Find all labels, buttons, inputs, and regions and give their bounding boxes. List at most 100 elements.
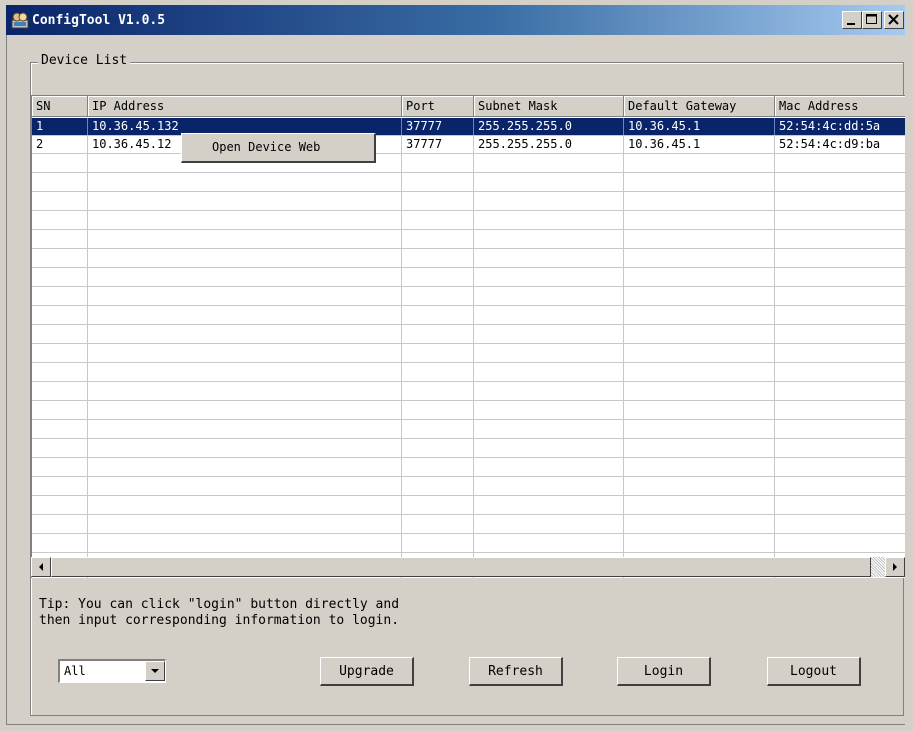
empty-cell	[474, 420, 624, 438]
empty-cell	[402, 420, 474, 438]
empty-cell	[402, 496, 474, 514]
empty-cell	[32, 496, 88, 514]
close-icon	[888, 14, 899, 25]
login-button[interactable]: Login	[617, 657, 711, 686]
config-tool-window: ConfigTool V1.0.5 Device List SN IP Addr…	[0, 0, 913, 731]
empty-cell	[775, 534, 905, 552]
scroll-thumb[interactable]	[51, 557, 871, 577]
app-icon[interactable]	[11, 11, 29, 29]
empty-table-row	[32, 515, 905, 534]
empty-cell	[474, 363, 624, 381]
empty-cell	[88, 439, 402, 457]
empty-table-row	[32, 439, 905, 458]
cell-subnet-mask: 255.255.255.0	[474, 136, 624, 153]
empty-cell	[775, 401, 905, 419]
title-bar[interactable]: ConfigTool V1.0.5	[6, 5, 905, 35]
empty-cell	[775, 439, 905, 457]
empty-cell	[624, 458, 775, 476]
empty-cell	[474, 401, 624, 419]
scroll-left-button[interactable]	[31, 557, 51, 577]
empty-cell	[474, 496, 624, 514]
empty-cell	[775, 325, 905, 343]
dropdown-button[interactable]	[145, 661, 165, 681]
cell-sn: 2	[32, 136, 88, 153]
empty-cell	[474, 268, 624, 286]
column-header-subnet-mask[interactable]: Subnet Mask	[474, 96, 624, 117]
empty-cell	[32, 458, 88, 476]
empty-cell	[624, 401, 775, 419]
device-filter-select[interactable]: All	[58, 659, 166, 683]
empty-cell	[402, 439, 474, 457]
empty-table-row	[32, 534, 905, 553]
empty-cell	[32, 306, 88, 324]
empty-cell	[32, 230, 88, 248]
column-header-mac-address[interactable]: Mac Address	[775, 96, 905, 117]
empty-cell	[32, 477, 88, 495]
empty-cell	[775, 192, 905, 210]
column-header-port[interactable]: Port	[402, 96, 474, 117]
empty-table-row	[32, 420, 905, 439]
empty-cell	[402, 154, 474, 172]
column-header-default-gateway[interactable]: Default Gateway	[624, 96, 775, 117]
empty-cell	[624, 534, 775, 552]
horizontal-scrollbar[interactable]	[31, 557, 905, 577]
menu-item-open-device-web[interactable]: Open Device Web	[212, 140, 320, 154]
empty-cell	[474, 173, 624, 191]
empty-cell	[775, 173, 905, 191]
tip-text: Tip: You can click "login" button direct…	[39, 597, 400, 628]
empty-cell	[402, 534, 474, 552]
empty-table-row	[32, 363, 905, 382]
maximize-icon	[866, 14, 877, 24]
column-header-sn[interactable]: SN	[32, 96, 88, 117]
empty-cell	[624, 420, 775, 438]
context-menu: Open Device Web	[181, 133, 376, 163]
empty-cell	[624, 382, 775, 400]
empty-cell	[88, 230, 402, 248]
empty-cell	[88, 306, 402, 324]
empty-cell	[624, 192, 775, 210]
arrow-right-icon	[893, 563, 897, 571]
table-row[interactable]: 2 10.36.45.12 37777 255.255.255.0 10.36.…	[32, 136, 905, 154]
empty-cell	[474, 192, 624, 210]
maximize-button[interactable]	[862, 11, 882, 29]
empty-cell	[32, 211, 88, 229]
empty-cell	[624, 306, 775, 324]
empty-cell	[32, 382, 88, 400]
empty-cell	[402, 382, 474, 400]
scroll-right-button[interactable]	[885, 557, 905, 577]
empty-cell	[474, 325, 624, 343]
cell-mac-address: 52:54:4c:d9:ba	[775, 136, 905, 153]
empty-cell	[32, 401, 88, 419]
empty-cell	[402, 249, 474, 267]
empty-cell	[88, 458, 402, 476]
empty-table-row	[32, 192, 905, 211]
upgrade-button[interactable]: Upgrade	[320, 657, 414, 686]
refresh-button[interactable]: Refresh	[469, 657, 563, 686]
empty-cell	[624, 249, 775, 267]
empty-cell	[88, 477, 402, 495]
empty-table-row	[32, 325, 905, 344]
empty-cell	[88, 496, 402, 514]
empty-cell	[32, 154, 88, 172]
device-table[interactable]: SN IP Address Port Subnet Mask Default G…	[31, 95, 905, 578]
empty-cell	[402, 287, 474, 305]
scroll-track[interactable]	[871, 557, 885, 577]
empty-cell	[474, 515, 624, 533]
empty-cell	[88, 192, 402, 210]
minimize-button[interactable]	[842, 11, 862, 29]
empty-cell	[474, 458, 624, 476]
empty-cell	[474, 306, 624, 324]
table-row[interactable]: 1 10.36.45.132 37777 255.255.255.0 10.36…	[32, 118, 905, 136]
cell-subnet-mask: 255.255.255.0	[474, 118, 624, 135]
column-header-ip-address[interactable]: IP Address	[88, 96, 402, 117]
empty-cell	[88, 534, 402, 552]
empty-cell	[624, 154, 775, 172]
empty-cell	[775, 420, 905, 438]
close-button[interactable]	[884, 11, 904, 29]
empty-cell	[474, 534, 624, 552]
empty-cell	[474, 230, 624, 248]
empty-table-row	[32, 211, 905, 230]
empty-cell	[624, 325, 775, 343]
logout-button[interactable]: Logout	[767, 657, 861, 686]
empty-cell	[402, 230, 474, 248]
